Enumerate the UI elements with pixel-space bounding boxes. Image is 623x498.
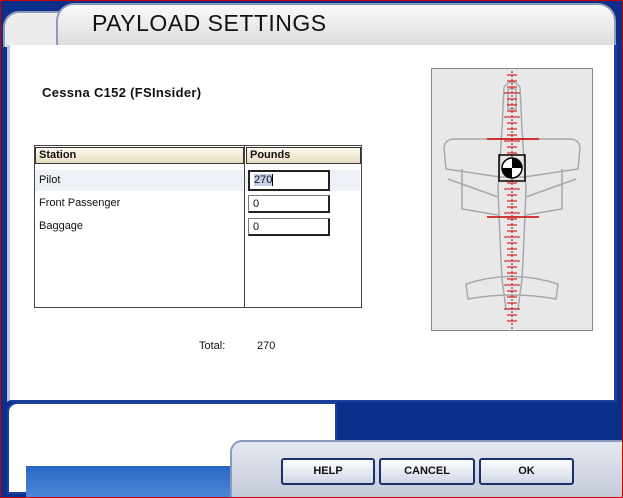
background-sky (26, 466, 230, 498)
ok-button[interactable]: OK (479, 458, 574, 485)
payload-settings-window: PAYLOAD SETTINGS Cessna C152 (FSInsider)… (0, 0, 623, 498)
help-button[interactable]: HELP (281, 458, 375, 485)
station-label-front-passenger: Front Passenger (39, 197, 121, 209)
text-caret (272, 174, 274, 186)
total-value: 270 (257, 340, 276, 352)
cancel-button[interactable]: CANCEL (379, 458, 475, 485)
column-header-station[interactable]: Station (35, 147, 244, 164)
baggage-pounds-input[interactable]: 0 (248, 218, 330, 236)
station-label-pilot: Pilot (39, 174, 61, 186)
pilot-pounds-input[interactable]: 270 (248, 170, 330, 191)
aircraft-outline-icon (443, 71, 581, 329)
window-title: PAYLOAD SETTINGS (92, 10, 327, 36)
aircraft-cg-diagram (431, 68, 593, 331)
column-header-pounds[interactable]: Pounds (246, 147, 361, 164)
column-divider (244, 146, 245, 308)
front-passenger-pounds-input[interactable]: 0 (248, 195, 330, 213)
total-label: Total: (199, 340, 226, 352)
aircraft-name: Cessna C152 (FSInsider) (42, 85, 202, 100)
station-label-baggage: Baggage (39, 220, 84, 232)
